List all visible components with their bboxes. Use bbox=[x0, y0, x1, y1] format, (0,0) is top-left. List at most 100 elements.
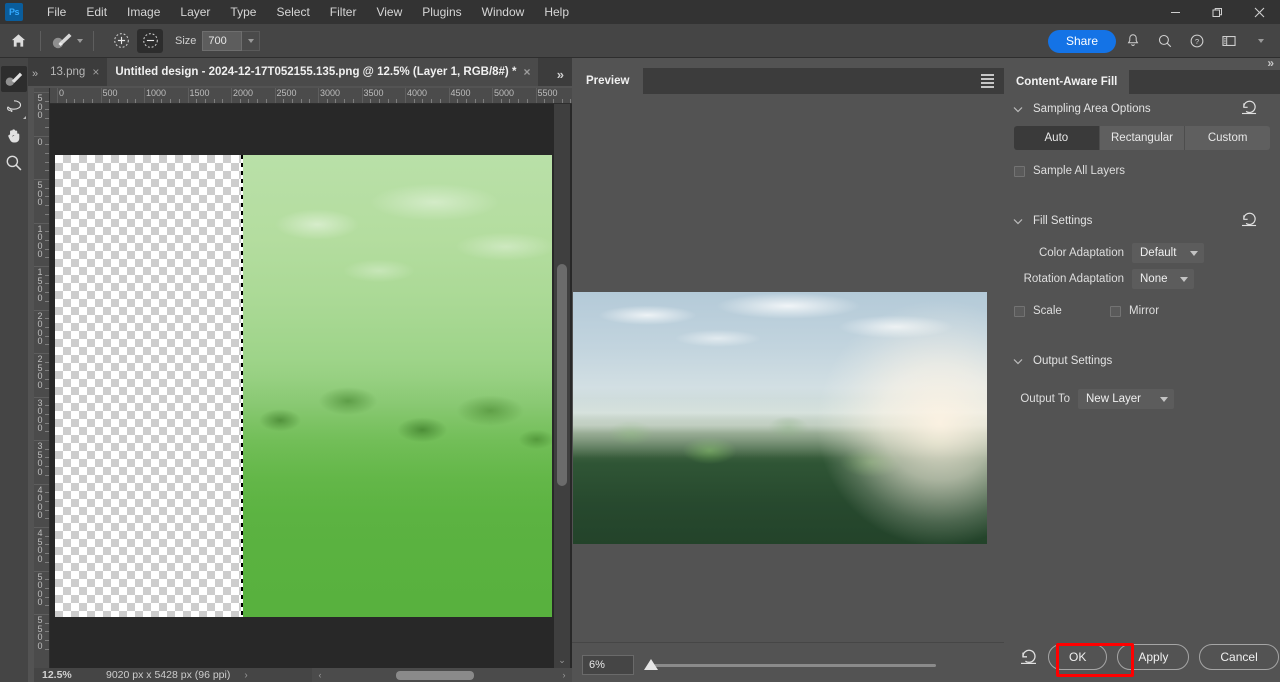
subtract-sampling-area-icon[interactable] bbox=[137, 29, 163, 53]
chevron-down-icon[interactable] bbox=[1012, 218, 1024, 225]
tab-overflow-left-icon[interactable]: » bbox=[28, 68, 42, 86]
ruler-tick-minor bbox=[388, 99, 389, 103]
section-fill-settings[interactable]: Fill Settings bbox=[1004, 206, 1280, 236]
panel-menu-icon[interactable] bbox=[981, 74, 994, 88]
canvas-horizontal-scrollbar[interactable]: ‹ › bbox=[312, 668, 572, 682]
zoom-level[interactable]: 12.5% bbox=[34, 669, 96, 681]
sample-all-layers-checkbox[interactable] bbox=[1014, 166, 1025, 177]
section-output-settings[interactable]: Output Settings bbox=[1004, 346, 1280, 376]
output-to-row: Output To New Layer bbox=[1004, 386, 1280, 412]
panel-collapse-icon[interactable]: » bbox=[1267, 56, 1274, 70]
preview-image-frame[interactable] bbox=[573, 292, 987, 544]
minimize-icon[interactable] bbox=[1154, 0, 1196, 24]
ruler-tick-minor bbox=[45, 205, 49, 206]
ruler-tick-minor bbox=[45, 344, 49, 345]
photoshop-window: Ps File Edit Image Layer Type Select Fil… bbox=[0, 0, 1280, 682]
chevron-down-icon[interactable] bbox=[1012, 358, 1024, 365]
menu-item-layer[interactable]: Layer bbox=[170, 2, 220, 22]
canvas-viewport[interactable] bbox=[50, 104, 572, 668]
workspace-icon[interactable] bbox=[1214, 26, 1244, 56]
output-to-select[interactable]: New Layer bbox=[1078, 389, 1174, 409]
rotation-adaptation-select[interactable]: None bbox=[1132, 269, 1194, 289]
ruler-tick-minor bbox=[379, 99, 380, 103]
scrollbar-thumb[interactable] bbox=[396, 671, 474, 680]
chevron-down-icon[interactable] bbox=[1012, 106, 1024, 113]
menu-item-filter[interactable]: Filter bbox=[320, 2, 367, 22]
brush-preset-picker[interactable] bbox=[45, 30, 89, 52]
ruler-tick-minor bbox=[127, 99, 128, 103]
lasso-tool[interactable] bbox=[1, 94, 27, 120]
workspace-chevron-down-icon[interactable] bbox=[1246, 26, 1276, 56]
scroll-right-icon[interactable]: › bbox=[556, 670, 572, 680]
scale-row[interactable]: Scale bbox=[1004, 298, 1110, 324]
ruler-tick-minor bbox=[45, 475, 49, 476]
preview-zoom-input[interactable]: 6% bbox=[582, 655, 634, 675]
menu-item-select[interactable]: Select bbox=[266, 2, 319, 22]
sample-all-layers-row[interactable]: Sample All Layers bbox=[1004, 158, 1280, 184]
scale-checkbox[interactable] bbox=[1014, 306, 1025, 317]
document-tab-13png[interactable]: 13.png × bbox=[42, 58, 107, 86]
sampling-brush-tool[interactable] bbox=[1, 66, 27, 92]
zoom-tool[interactable] bbox=[1, 150, 27, 176]
share-button[interactable]: Share bbox=[1048, 30, 1116, 53]
status-expand-icon[interactable]: › bbox=[230, 670, 247, 681]
canvas-vertical-scrollbar[interactable]: ⌄ bbox=[554, 104, 570, 668]
scroll-down-icon[interactable]: ⌄ bbox=[554, 655, 570, 666]
ruler-tick-minor bbox=[45, 214, 49, 215]
size-label: Size bbox=[175, 35, 196, 47]
bell-icon[interactable] bbox=[1118, 26, 1148, 56]
menu-item-type[interactable]: Type bbox=[220, 2, 266, 22]
ruler-tick-minor bbox=[205, 99, 206, 103]
menu-item-window[interactable]: Window bbox=[472, 2, 535, 22]
close-icon[interactable]: × bbox=[523, 66, 530, 78]
ok-button[interactable]: OK bbox=[1048, 644, 1107, 670]
reset-icon[interactable] bbox=[1241, 100, 1258, 120]
menu-item-image[interactable]: Image bbox=[117, 2, 170, 22]
home-icon[interactable] bbox=[0, 33, 36, 48]
ruler-tick-minor bbox=[214, 99, 215, 103]
menu-item-file[interactable]: File bbox=[37, 2, 76, 22]
scale-label: Scale bbox=[1033, 305, 1062, 317]
horizontal-ruler[interactable]: 0500100015002000250030003500400045005000… bbox=[50, 88, 572, 104]
restore-icon[interactable] bbox=[1196, 0, 1238, 24]
preview-zoom-slider[interactable] bbox=[644, 655, 934, 675]
scroll-left-icon[interactable]: ‹ bbox=[312, 670, 328, 680]
segment-custom[interactable]: Custom bbox=[1185, 126, 1270, 150]
scrollbar-thumb[interactable] bbox=[557, 264, 567, 486]
mirror-row[interactable]: Mirror bbox=[1110, 298, 1159, 324]
tab-overflow-right-icon[interactable]: » bbox=[557, 67, 572, 86]
ruler-tick-minor bbox=[483, 99, 484, 103]
size-dropdown-chevron-down-icon[interactable] bbox=[242, 31, 260, 51]
cancel-button[interactable]: Cancel bbox=[1199, 644, 1278, 670]
color-adaptation-select[interactable]: Default bbox=[1132, 243, 1204, 263]
ruler-tick-label: 0 bbox=[35, 138, 45, 147]
menu-bar: File Edit Image Layer Type Select Filter… bbox=[37, 2, 579, 22]
vertical-ruler[interactable]: 5 0 005 0 01 0 0 01 5 0 02 0 0 02 5 0 03… bbox=[34, 88, 50, 668]
menu-item-edit[interactable]: Edit bbox=[76, 2, 117, 22]
mirror-checkbox[interactable] bbox=[1110, 306, 1121, 317]
search-icon[interactable] bbox=[1150, 26, 1180, 56]
hand-tool[interactable] bbox=[1, 122, 27, 148]
tab-preview[interactable]: Preview bbox=[572, 68, 643, 94]
close-icon[interactable]: × bbox=[92, 66, 99, 78]
slider-handle[interactable] bbox=[644, 659, 658, 670]
reset-icon[interactable] bbox=[1020, 649, 1038, 665]
size-input[interactable]: 700 bbox=[202, 31, 242, 51]
reset-icon[interactable] bbox=[1241, 212, 1258, 232]
section-sampling-area-options[interactable]: Sampling Area Options bbox=[1004, 94, 1280, 124]
menu-item-view[interactable]: View bbox=[366, 2, 412, 22]
apply-button[interactable]: Apply bbox=[1117, 644, 1189, 670]
help-icon[interactable]: ? bbox=[1182, 26, 1212, 56]
caf-footer: OK Apply Cancel bbox=[1004, 632, 1280, 682]
menu-item-plugins[interactable]: Plugins bbox=[412, 2, 471, 22]
document-tab-untitled-design[interactable]: Untitled design - 2024-12-17T052155.135.… bbox=[107, 58, 538, 86]
segment-rectangular[interactable]: Rectangular bbox=[1100, 126, 1186, 150]
close-icon[interactable] bbox=[1238, 0, 1280, 24]
tab-content-aware-fill[interactable]: Content-Aware Fill bbox=[1004, 70, 1129, 94]
menu-item-help[interactable]: Help bbox=[534, 2, 579, 22]
add-sampling-area-icon[interactable] bbox=[108, 29, 134, 53]
ruler-tick-minor bbox=[45, 553, 49, 554]
ruler-tick-minor bbox=[544, 99, 545, 103]
ruler-tick-minor bbox=[45, 536, 49, 537]
segment-auto[interactable]: Auto bbox=[1014, 126, 1100, 150]
